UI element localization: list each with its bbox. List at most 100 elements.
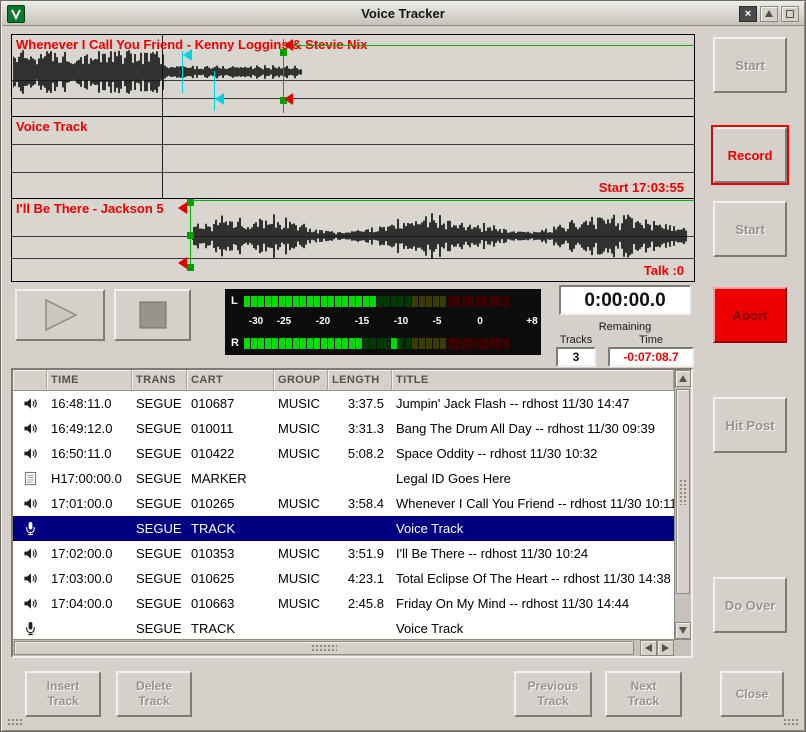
log-row-4[interactable]: H17:00:00.0SEGUEMARKERLegal ID Goes Here: [13, 466, 674, 491]
insert-track-button[interactable]: Insert Track: [25, 671, 101, 717]
cell-title: Bang The Drum All Day -- rdhost 11/30 09…: [392, 421, 674, 436]
play-button[interactable]: [15, 289, 105, 341]
fade-marker-icon[interactable]: [178, 202, 187, 214]
rivendell-logo-icon: [10, 8, 22, 20]
log-row-3[interactable]: 16:50:11.0SEGUE010422MUSIC5:08.2Space Od…: [13, 441, 674, 466]
right-meter-segments: [244, 338, 535, 349]
maximize-icon[interactable]: [781, 6, 799, 22]
track-3[interactable]: I'll Be There - Jackson 5 Talk :0: [12, 199, 694, 281]
start-marker-handle[interactable]: [187, 264, 194, 271]
cell-title: Whenever I Call You Friend -- rdhost 11/…: [392, 496, 674, 511]
column-length: LENGTH: [328, 370, 392, 390]
scroll-up-button[interactable]: [675, 370, 691, 387]
cell-time: 17:01:00.0: [47, 496, 132, 511]
stop-button[interactable]: [114, 289, 191, 341]
start-track2-button[interactable]: Start: [713, 201, 787, 257]
left-arrow-icon: [645, 644, 652, 652]
voice-tracker-window: Voice Tracker × Whenever I Call You Frie…: [0, 0, 806, 732]
talk-marker-handle-icon[interactable]: [183, 49, 192, 61]
previous-track-button[interactable]: Previous Track: [514, 671, 592, 717]
up-arrow-icon: [679, 375, 687, 382]
start-track1-button[interactable]: Start: [713, 37, 787, 93]
tracks-remaining-value: 3: [556, 347, 596, 367]
waveform-3: [192, 209, 690, 268]
speaker-icon: [13, 596, 47, 611]
up-arrow-icon: [765, 10, 773, 17]
app-icon[interactable]: [7, 5, 25, 23]
next-track-button[interactable]: Next Track: [605, 671, 682, 717]
track-2-title: Voice Track: [16, 119, 87, 134]
segue-level-line: [283, 45, 694, 46]
resize-grip[interactable]: [783, 718, 799, 727]
stop-icon: [138, 300, 168, 330]
cell-trans: SEGUE: [132, 446, 187, 461]
titlebar[interactable]: Voice Tracker ×: [2, 2, 804, 26]
start-marker-handle[interactable]: [187, 232, 194, 239]
do-over-button[interactable]: Do Over: [713, 577, 787, 633]
fade-marker-icon[interactable]: [178, 257, 187, 269]
cell-trans: SEGUE: [132, 546, 187, 561]
vertical-scroll-thumb[interactable]: [676, 389, 690, 594]
cell-length: 3:37.5: [328, 396, 392, 411]
scroll-down-button[interactable]: [675, 622, 691, 639]
log-vertical-scrollbar[interactable]: [674, 370, 691, 639]
close-button[interactable]: Close: [720, 671, 784, 717]
fade-marker-icon[interactable]: [284, 93, 293, 105]
left-meter-segments: [244, 296, 535, 307]
abort-button[interactable]: Abort: [713, 287, 787, 343]
hit-post-button[interactable]: Hit Post: [713, 397, 787, 453]
log-row-5[interactable]: 17:01:00.0SEGUE010265MUSIC3:58.4Whenever…: [13, 491, 674, 516]
talk-marker-handle-icon[interactable]: [215, 93, 224, 105]
cell-trans: SEGUE: [132, 571, 187, 586]
resize-grip[interactable]: [7, 718, 23, 727]
log-horizontal-scrollbar[interactable]: [13, 639, 691, 656]
cell-length: 3:31.3: [328, 421, 392, 436]
cell-title: Voice Track: [392, 521, 674, 536]
scroll-left-button[interactable]: [640, 640, 657, 656]
log-row-7[interactable]: 17:02:00.0SEGUE010353MUSIC3:51.9I'll Be …: [13, 541, 674, 566]
close-icon[interactable]: ×: [739, 6, 757, 22]
horizontal-scroll-track[interactable]: [13, 640, 640, 656]
cell-group: MUSIC: [274, 396, 328, 411]
delete-track-button[interactable]: Delete Track: [116, 671, 192, 717]
thumb-grip: [311, 644, 337, 653]
cell-trans: SEGUE: [132, 471, 187, 486]
record-button[interactable]: Record: [713, 127, 787, 183]
shade-icon[interactable]: [760, 6, 778, 22]
thumb-grip: [679, 479, 688, 505]
time-remaining-value: -0:07:08.7: [608, 347, 694, 367]
start-marker-handle[interactable]: [187, 199, 194, 206]
cell-title: Voice Track: [392, 621, 674, 636]
track-2[interactable]: Voice Track Start 17:03:55: [12, 117, 694, 199]
horizontal-scroll-thumb[interactable]: [14, 641, 634, 655]
cell-title: Friday On My Mind -- rdhost 11/30 14:44: [392, 596, 674, 611]
down-arrow-icon: [679, 627, 687, 634]
log-row-6[interactable]: SEGUETRACKVoice Track: [13, 516, 674, 541]
cell-length: 4:23.1: [328, 571, 392, 586]
log-row-9[interactable]: 17:04:00.0SEGUE010663MUSIC2:45.8Friday O…: [13, 591, 674, 616]
log-row-1[interactable]: 16:48:11.0SEGUE010687MUSIC3:37.5Jumpin' …: [13, 391, 674, 416]
track-gridline: [12, 172, 694, 173]
cell-trans: SEGUE: [132, 596, 187, 611]
scroll-right-button[interactable]: [657, 640, 674, 656]
cell-trans: SEGUE: [132, 621, 187, 636]
column-cart: CART: [187, 370, 274, 390]
cell-time: H17:00:00.0: [47, 471, 132, 486]
cell-cart: 010265: [187, 496, 274, 511]
mic-icon: [13, 521, 47, 536]
log-row-10[interactable]: SEGUETRACKVoice Track: [13, 616, 674, 639]
window-controls: ×: [739, 6, 799, 22]
maximize-box-icon: [786, 10, 794, 18]
time-remaining-label: Time: [608, 334, 694, 346]
cell-trans: SEGUE: [132, 521, 187, 536]
log-row-8[interactable]: 17:03:00.0SEGUE010625MUSIC4:23.1Total Ec…: [13, 566, 674, 591]
column-title: TITLE: [392, 370, 674, 390]
cell-time: 16:50:11.0: [47, 446, 132, 461]
cell-title: I'll Be There -- rdhost 11/30 10:24: [392, 546, 674, 561]
talk-marker-line[interactable]: [214, 71, 215, 111]
track-1[interactable]: Whenever I Call You Friend - Kenny Loggi…: [12, 35, 694, 117]
cell-group: MUSIC: [274, 496, 328, 511]
cell-group: MUSIC: [274, 446, 328, 461]
fade-marker-icon[interactable]: [284, 39, 293, 51]
log-row-2[interactable]: 16:49:12.0SEGUE010011MUSIC3:31.3Bang The…: [13, 416, 674, 441]
